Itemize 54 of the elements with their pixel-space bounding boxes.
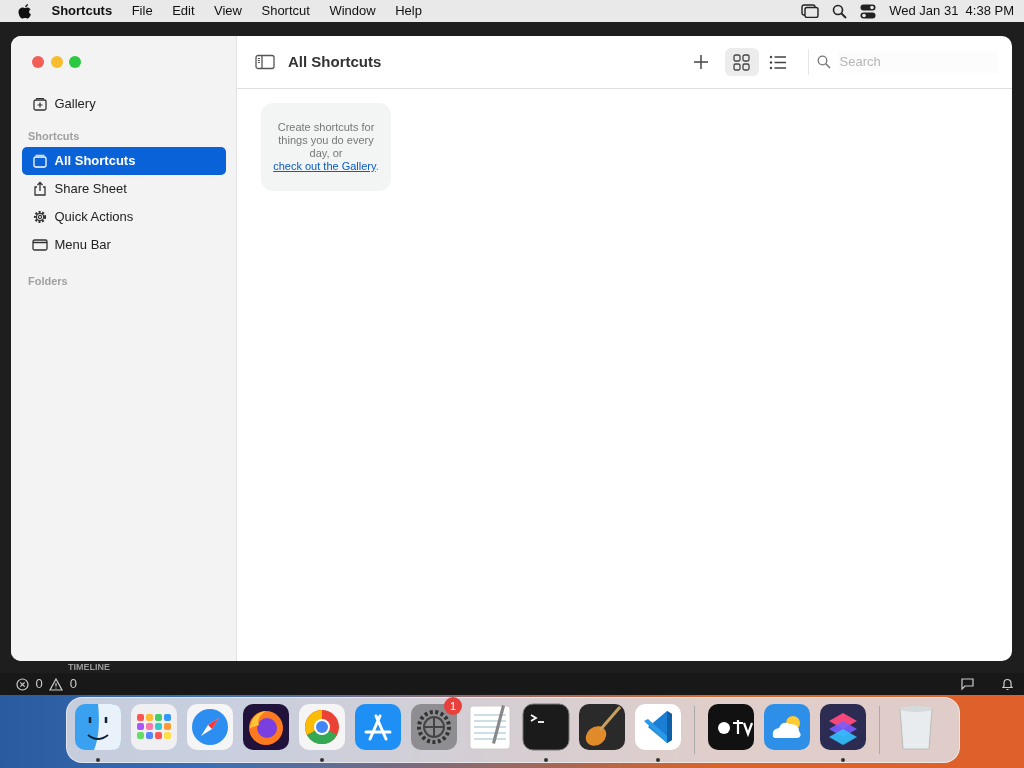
terminal-icon[interactable] (522, 703, 570, 751)
sidebar-item[interactable]: Gallery (22, 90, 226, 118)
close-button[interactable] (32, 56, 44, 68)
app-grid-icon[interactable] (130, 703, 178, 751)
layers-icon[interactable] (819, 703, 867, 751)
panel-heading: TIMELINE (68, 662, 110, 672)
stack-icon (32, 152, 48, 169)
compass-icon[interactable] (186, 703, 234, 751)
add-icon[interactable] (693, 54, 709, 70)
ribbon-icon[interactable] (634, 703, 682, 751)
menu-item[interactable]: Edit (172, 1, 195, 21)
window-icon (32, 236, 48, 253)
feedback-icon[interactable] (960, 677, 975, 691)
warning-count: 0 (69, 675, 77, 694)
fox-icon[interactable] (242, 703, 290, 751)
list-view-icon (769, 53, 787, 71)
sidebar-toggle-icon[interactable] (255, 54, 275, 70)
grid-view-icon (733, 53, 751, 71)
letter-a-icon[interactable] (354, 703, 402, 751)
sidebar-item[interactable]: Menu Bar (22, 230, 226, 259)
menu-item[interactable]: Window (329, 1, 376, 21)
menu-item[interactable]: View (214, 1, 242, 21)
cloud-icon[interactable] (763, 703, 811, 751)
error-count: 0 (35, 675, 43, 694)
notification-badge: 1 (444, 697, 462, 715)
sidebar-item[interactable]: Share Sheet (22, 174, 226, 203)
gear-icon (32, 208, 48, 225)
warning-icon[interactable] (49, 677, 64, 691)
menu-item[interactable]: Shortcut (261, 1, 310, 21)
section-heading: Shortcuts (27, 129, 81, 144)
face-icon[interactable] (74, 703, 122, 751)
search-icon[interactable] (832, 3, 848, 19)
menu-item[interactable]: File (131, 1, 153, 21)
app-menu[interactable]: Shortcuts (51, 1, 113, 21)
error-icon[interactable] (16, 677, 29, 691)
view-button[interactable] (725, 48, 759, 76)
clock: Wed Jan 31 4:38 PM (889, 2, 1014, 21)
toggles-icon[interactable] (860, 3, 877, 19)
search-icon (817, 55, 831, 69)
empty-state-message: Create shortcuts for things you do every day, or check out the Gallery. (273, 121, 379, 173)
windows-icon[interactable] (801, 4, 820, 18)
toolbar-title: All Shortcuts (288, 51, 382, 72)
menu-item[interactable]: Help (395, 1, 422, 21)
sidebar-item[interactable]: All Shortcuts (22, 146, 226, 175)
share-icon (32, 180, 48, 197)
bell-icon[interactable] (1001, 677, 1014, 691)
section-heading: Folders (27, 273, 69, 289)
apple-icon[interactable] (18, 3, 32, 19)
gallery-link[interactable]: check out the Gallery (273, 160, 376, 172)
sidebar-item[interactable]: Quick Actions (22, 202, 226, 231)
tv-icon[interactable] (707, 703, 755, 751)
ring-icon[interactable] (298, 703, 346, 751)
gallery-icon (32, 96, 48, 112)
gear-icon[interactable] (410, 703, 458, 751)
